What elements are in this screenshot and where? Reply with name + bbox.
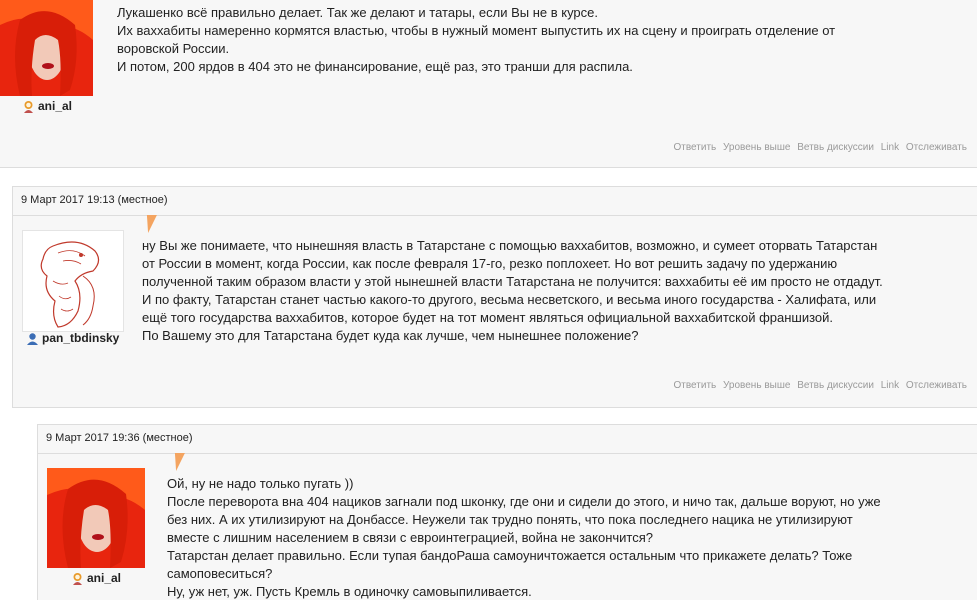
parent-link[interactable]: Уровень выше bbox=[723, 142, 790, 153]
text-line: вместе с лишним населением в связи с евр… bbox=[167, 530, 654, 545]
track-link[interactable]: Отслеживать bbox=[906, 380, 967, 391]
username[interactable]: ani_al bbox=[38, 99, 72, 113]
parent-link[interactable]: Уровень выше bbox=[723, 380, 790, 391]
text-line: без них. А их утилизируют на Донбассе. Н… bbox=[167, 512, 853, 527]
speech-tail bbox=[143, 215, 157, 233]
female-user-icon bbox=[73, 572, 82, 585]
text-line: Ой, ну не надо только пугать )) bbox=[167, 476, 354, 491]
thread-link[interactable]: Ветвь дискуссии bbox=[797, 142, 874, 153]
avatar-image bbox=[0, 0, 93, 96]
comment-date: 9 Март 2017 19:36 (местное) bbox=[46, 432, 193, 444]
user-link[interactable]: ani_al bbox=[71, 571, 121, 585]
comment-date: 9 Март 2017 19:13 (местное) bbox=[21, 194, 168, 206]
text-line: И потом, 200 ярдов в 404 это не финансир… bbox=[117, 59, 633, 74]
user-link[interactable]: pan_tbdinsky bbox=[26, 331, 119, 345]
text-line: Их ваххабиты намеренно кормятся властью,… bbox=[117, 23, 836, 38]
text-line: По Вашему это для Татарстана будет куда … bbox=[142, 328, 639, 343]
track-link[interactable]: Отслеживать bbox=[906, 142, 967, 153]
dinosaur-avatar-image bbox=[23, 231, 123, 331]
avatar[interactable] bbox=[47, 468, 145, 568]
female-user-icon bbox=[24, 100, 33, 113]
comment-header: 9 Март 2017 19:36 (местное) bbox=[38, 425, 977, 454]
reply-link[interactable]: Ответить bbox=[673, 142, 716, 153]
comment: 9 Март 2017 19:13 (местное) pan_tbdinsky… bbox=[12, 186, 977, 408]
user-link[interactable]: ani_al bbox=[22, 99, 72, 113]
speech-tail bbox=[171, 453, 185, 471]
text-line: После переворота вна 404 нациков загнали… bbox=[167, 494, 881, 509]
text-line: И по факту, Татарстан станет частью како… bbox=[142, 292, 877, 307]
text-line: Татарстан делает правильно. Если тупая б… bbox=[167, 548, 853, 563]
reply-link[interactable]: Ответить bbox=[673, 380, 716, 391]
comment: 9 Март 2017 19:36 (местное) ani_al Ой, н… bbox=[37, 424, 977, 600]
comment-header: 9 Март 2017 19:13 (местное) bbox=[13, 187, 977, 216]
text-line: ещё того государства ваххабитов, которое… bbox=[142, 310, 834, 325]
comment-actions: Ответить Уровень выше Ветвь дискуссии Li… bbox=[669, 142, 967, 153]
text-line: Лукашенко всё правильно делает. Так же д… bbox=[117, 5, 599, 20]
username[interactable]: ani_al bbox=[87, 571, 121, 585]
username[interactable]: pan_tbdinsky bbox=[42, 331, 119, 345]
comment-text: ну Вы же понимаете, что нынешняя власть … bbox=[142, 237, 972, 345]
text-line: ну Вы же понимаете, что нынешняя власть … bbox=[142, 238, 878, 253]
permalink[interactable]: Link bbox=[881, 380, 899, 391]
text-line: самоповеситься? bbox=[167, 566, 273, 581]
comment-text: Ой, ну не надо только пугать )) После пе… bbox=[167, 475, 967, 601]
avatar[interactable] bbox=[22, 230, 124, 332]
text-line: Ну, уж нет, уж. Пусть Кремль в одиночку … bbox=[167, 584, 532, 599]
male-user-icon bbox=[27, 332, 38, 345]
comment: ani_al Лукашенко всё правильно делает. Т… bbox=[0, 0, 977, 168]
comment-actions: Ответить Уровень выше Ветвь дискуссии Li… bbox=[669, 380, 967, 391]
comment-text: Лукашенко всё правильно делает. Так же д… bbox=[117, 4, 967, 76]
text-line: полученной таким образом власти у этой н… bbox=[142, 274, 883, 289]
thread-link[interactable]: Ветвь дискуссии bbox=[797, 380, 874, 391]
avatar-image bbox=[47, 468, 145, 568]
avatar[interactable] bbox=[0, 0, 93, 96]
text-line: воровской России. bbox=[117, 41, 230, 56]
permalink[interactable]: Link bbox=[881, 142, 899, 153]
text-line: от России в момент, когда России, как по… bbox=[142, 256, 838, 271]
